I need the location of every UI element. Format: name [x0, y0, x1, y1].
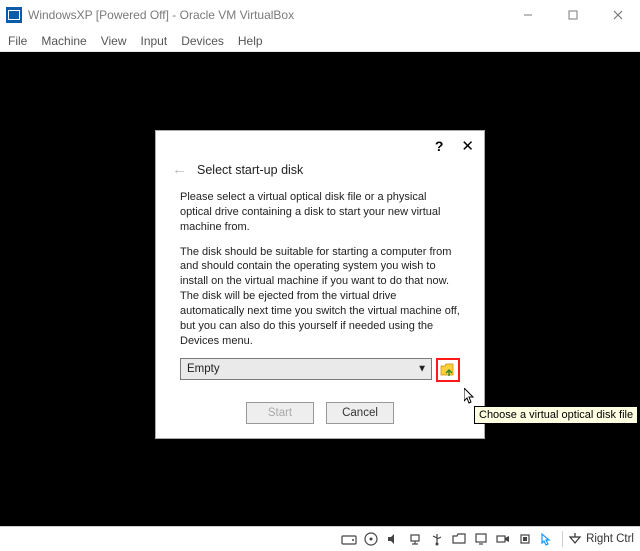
minimize-button[interactable] — [505, 0, 550, 30]
dialog-paragraph-1: Please select a virtual optical disk fil… — [180, 190, 460, 235]
cancel-button[interactable]: Cancel — [326, 402, 394, 424]
window-titlebar: WindowsXP [Powered Off] - Oracle VM Virt… — [0, 0, 640, 30]
combo-value: Empty — [187, 362, 220, 378]
menu-devices[interactable]: Devices — [181, 34, 224, 48]
cursor-icon — [464, 388, 478, 409]
start-button[interactable]: Start — [246, 402, 314, 424]
window-title: WindowsXP [Powered Off] - Oracle VM Virt… — [28, 8, 505, 22]
menu-input[interactable]: Input — [141, 34, 168, 48]
optical-disk-icon[interactable] — [361, 530, 381, 548]
tooltip: Choose a virtual optical disk file — [474, 406, 638, 424]
menu-machine[interactable]: Machine — [41, 34, 86, 48]
mouse-integration-icon[interactable] — [537, 530, 557, 548]
keyboard-icon — [568, 532, 582, 547]
menu-file[interactable]: File — [8, 34, 27, 48]
window-controls — [505, 0, 640, 30]
chevron-down-icon: ▼ — [417, 363, 427, 377]
disk-select-combo[interactable]: Empty ▼ — [180, 358, 432, 380]
network-icon[interactable] — [405, 530, 425, 548]
menu-help[interactable]: Help — [238, 34, 263, 48]
virtualbox-icon — [6, 7, 22, 23]
menubar: File Machine View Input Devices Help — [0, 30, 640, 52]
startup-disk-dialog: ? ✕ ← Select start-up disk Please select… — [155, 130, 485, 439]
processor-icon[interactable] — [515, 530, 535, 548]
close-button[interactable] — [595, 0, 640, 30]
choose-disk-file-button[interactable] — [436, 358, 460, 382]
recording-icon[interactable] — [493, 530, 513, 548]
dialog-close-button[interactable]: ✕ — [461, 137, 474, 155]
maximize-button[interactable] — [550, 0, 595, 30]
display-icon[interactable] — [471, 530, 491, 548]
help-button[interactable]: ? — [435, 138, 444, 154]
shared-folders-icon[interactable] — [449, 530, 469, 548]
usb-icon[interactable] — [427, 530, 447, 548]
menu-view[interactable]: View — [101, 34, 127, 48]
host-key-indicator[interactable]: Right Ctrl — [568, 532, 634, 547]
hard-disk-icon[interactable] — [339, 530, 359, 548]
host-key-label: Right Ctrl — [586, 533, 634, 545]
audio-icon[interactable] — [383, 530, 403, 548]
back-arrow-icon[interactable]: ← — [172, 161, 187, 178]
statusbar: Right Ctrl — [0, 526, 640, 551]
dialog-paragraph-2: The disk should be suitable for starting… — [180, 245, 460, 349]
dialog-title: Select start-up disk — [197, 163, 303, 177]
